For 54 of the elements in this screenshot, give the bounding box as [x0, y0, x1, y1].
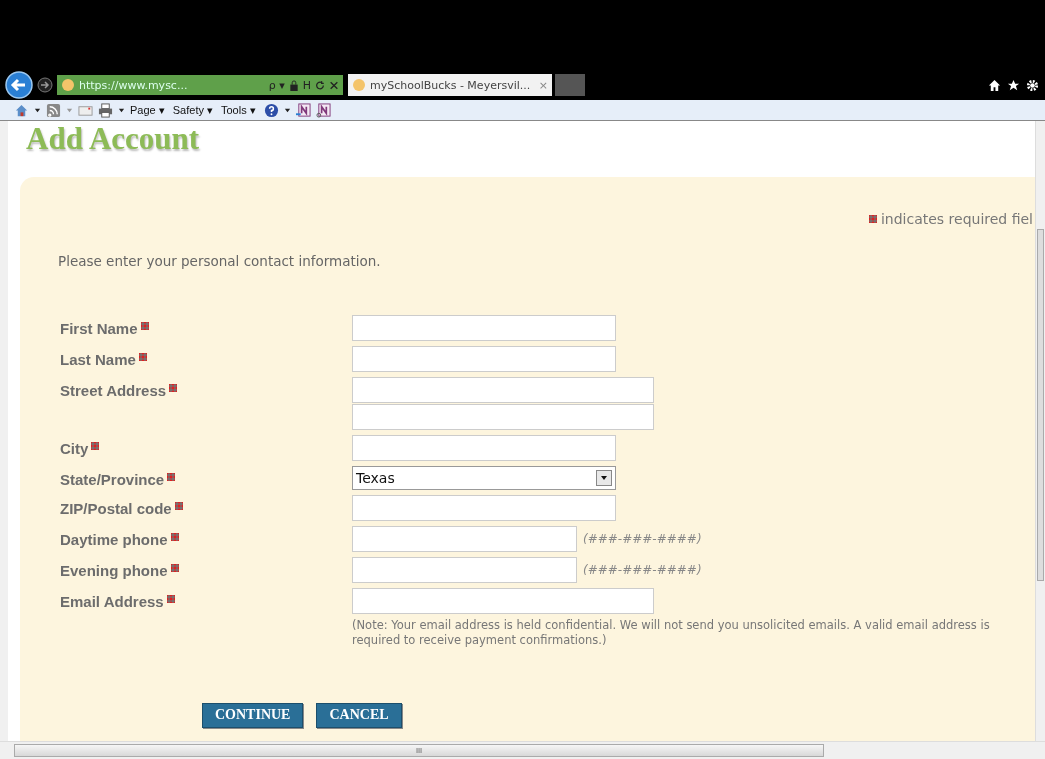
input-field[interactable] — [352, 495, 616, 521]
field-label: Daytime phone — [60, 531, 168, 548]
state-dropdown[interactable]: Texas — [352, 466, 616, 490]
favicon-icon — [61, 78, 75, 92]
notebook-icon[interactable] — [295, 102, 311, 118]
field-label: Email Address — [60, 593, 164, 610]
address-bar[interactable]: https://www.mysc... ρ ▾ H — [57, 75, 343, 95]
command-menu[interactable]: Page ▾ — [130, 103, 165, 117]
command-menu[interactable]: Safety ▾ — [172, 103, 213, 117]
vertical-scrollbar[interactable] — [1035, 121, 1045, 741]
format-hint: (###-###-####) — [583, 532, 702, 546]
input-field[interactable] — [352, 526, 577, 552]
input-field[interactable] — [352, 377, 654, 403]
page-title: Add Account — [26, 121, 201, 158]
form-button[interactable]: CONTINUE — [202, 702, 304, 728]
form-button[interactable]: CANCEL — [316, 702, 402, 728]
input-field[interactable] — [352, 346, 616, 372]
search-dropdown[interactable]: ρ ▾ — [268, 78, 285, 92]
format-hint: (###-###-####) — [583, 563, 702, 577]
dropdown-arrow-icon[interactable] — [283, 106, 291, 114]
home-icon[interactable] — [988, 78, 1001, 92]
input-field[interactable] — [352, 588, 654, 614]
compat-icon[interactable]: H — [302, 78, 311, 92]
forward-icon[interactable] — [37, 77, 53, 93]
help-icon[interactable] — [263, 102, 279, 118]
browser-tab[interactable]: mySchoolBucks - Meyersvil... × — [348, 74, 552, 96]
field-label: City — [60, 440, 89, 457]
lock-icon — [288, 79, 299, 91]
input-field[interactable] — [352, 557, 577, 583]
dropdown-arrow-icon[interactable] — [34, 106, 41, 114]
field-label: State/Province — [60, 471, 165, 488]
printer-icon[interactable] — [98, 102, 113, 118]
dropdown-arrow-icon[interactable] — [118, 106, 125, 114]
command-menu[interactable]: Tools ▾ — [221, 103, 256, 117]
notebook-icon[interactable] — [315, 102, 331, 118]
input-field[interactable] — [352, 404, 654, 430]
required-marker-icon — [868, 215, 877, 223]
settings-icon[interactable] — [1026, 78, 1039, 92]
feed-icon[interactable] — [46, 102, 61, 118]
favicon-icon — [352, 78, 366, 92]
field-label: ZIP/Postal code — [60, 500, 172, 517]
input-field[interactable] — [352, 435, 616, 461]
refresh-icon[interactable] — [315, 79, 325, 91]
field-label: Last Name — [60, 351, 136, 368]
required-note: indicates required fiel — [880, 211, 1033, 227]
field-label: Evening phone — [60, 562, 168, 579]
back-icon[interactable] — [5, 71, 33, 99]
field-label: Street Address — [60, 382, 167, 399]
star-icon[interactable] — [1007, 78, 1020, 92]
close-icon[interactable] — [329, 79, 339, 91]
input-field[interactable] — [352, 315, 616, 341]
field-label: First Name — [60, 320, 138, 337]
intro-text: Please enter your personal contact information. — [58, 253, 382, 269]
email-note: (Note: Your email address is held confidential. We will not send you unsolicited emails. A valid email address is required to receive payment confirmations.) — [352, 618, 991, 648]
